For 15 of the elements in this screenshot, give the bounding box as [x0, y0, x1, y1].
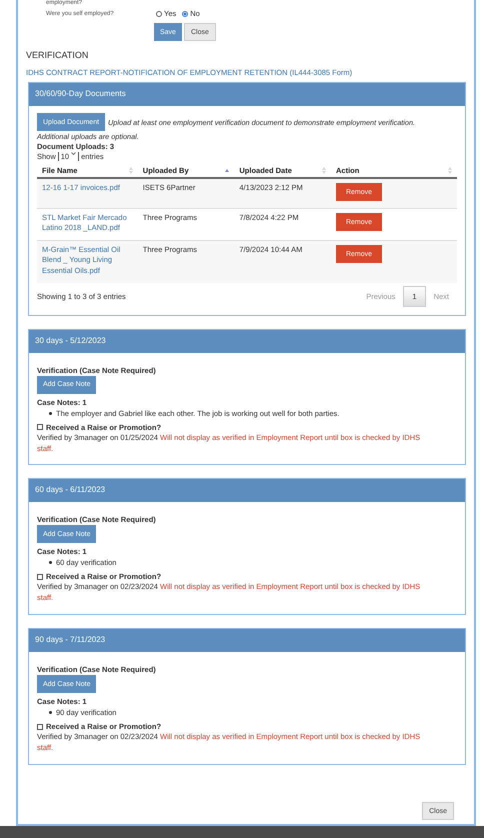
radio-button[interactable]: [182, 10, 188, 16]
section-heading: VERIFICATION: [26, 50, 90, 60]
bullet-icon: [49, 711, 52, 714]
sort-ascending-icon[interactable]: [225, 169, 230, 172]
panel-header: 60 days - 6/11/2023: [29, 479, 465, 502]
panel-header: 30 days - 5/12/2023: [29, 330, 465, 353]
checkbox[interactable]: [37, 724, 43, 730]
checkbox[interactable]: [37, 424, 43, 430]
panel-header: 90 days - 7/11/2023: [29, 629, 465, 652]
caret-icon: [71, 152, 76, 155]
checkbox[interactable]: [37, 574, 43, 580]
bullet-icon: [49, 561, 52, 564]
bullet-icon: [49, 412, 52, 415]
radio-button[interactable]: [156, 10, 162, 16]
panel-header: 30/60/90-Day Documents: [29, 83, 465, 106]
